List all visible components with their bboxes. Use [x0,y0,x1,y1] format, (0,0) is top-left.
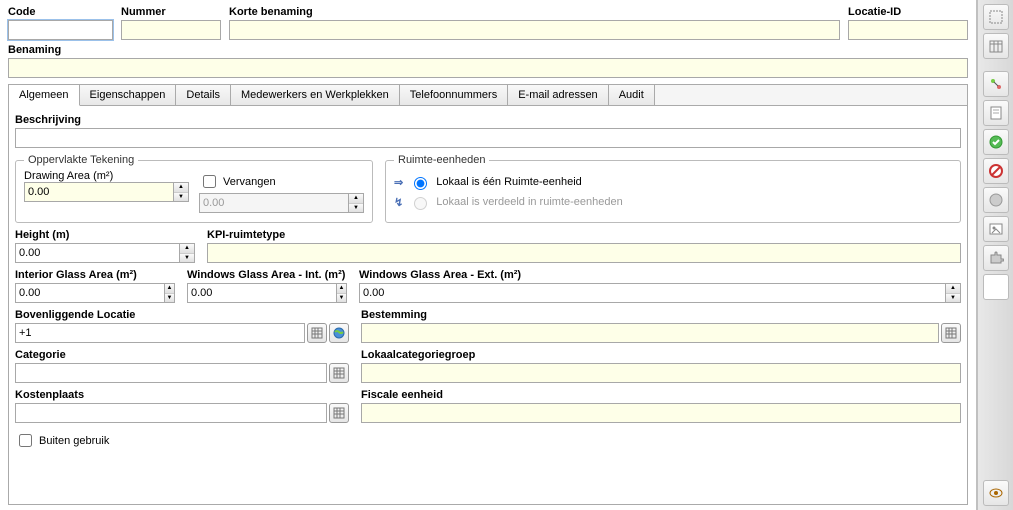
win-glass-ext-spinner[interactable]: ▲▼ [945,283,961,303]
ruimte-eenheden-legend: Ruimte-eenheden [394,154,489,166]
kostenplaats-input[interactable] [15,403,327,423]
bovenliggende-label: Bovenliggende Locatie [15,309,349,321]
bestemming-lookup-button[interactable] [941,323,961,343]
beschrijving-label: Beschrijving [15,114,961,126]
tab-audit[interactable]: Audit [609,85,655,105]
tab-content-algemeen: Beschrijving Oppervlakte Tekening Drawin… [8,105,968,505]
locatie-id-input[interactable] [848,20,968,40]
oppervlakte-fieldset: Oppervlakte Tekening Drawing Area (m²) ▲… [15,154,373,223]
categorie-lookup-button[interactable] [329,363,349,383]
bestemming-input[interactable] [361,323,939,343]
height-spinner[interactable]: ▲▼ [179,243,195,263]
tab-details[interactable]: Details [176,85,231,105]
drawing-area-label: Drawing Area (m²) [24,170,189,182]
vervangen-input [199,193,348,213]
korte-benaming-label: Korte benaming [229,6,840,18]
kostenplaats-label: Kostenplaats [15,389,349,401]
fiscale-input[interactable] [361,403,961,423]
equals-icon: ⇒ [394,176,403,189]
tool-ok-icon[interactable] [983,129,1009,155]
categorie-input[interactable] [15,363,327,383]
bovenliggende-lookup-button[interactable] [307,323,327,343]
benaming-label: Benaming [8,44,968,56]
bovenliggende-globe-button[interactable] [329,323,349,343]
vervangen-checkbox[interactable]: Vervangen [199,172,364,191]
fiscale-label: Fiscale eenheid [361,389,961,401]
kpi-input[interactable] [207,243,961,263]
tool-image-icon[interactable] [983,216,1009,242]
tab-telefoon[interactable]: Telefoonnummers [400,85,508,105]
beschrijving-input[interactable] [15,128,961,148]
height-label: Height (m) [15,229,195,241]
locatie-id-label: Locatie-ID [848,6,968,18]
tool-document-icon[interactable] [983,100,1009,126]
win-glass-int-input[interactable] [187,283,336,303]
radio-multi-unit [414,197,427,210]
tool-puzzle-icon[interactable] [983,245,1009,271]
code-input[interactable] [8,20,113,40]
radio-multi-unit-label: Lokaal is verdeeld in ruimte-eenheden [436,196,623,208]
toolbar [977,0,1013,510]
tabs: Algemeen Eigenschappen Details Medewerke… [8,84,968,105]
tab-eigenschappen[interactable]: Eigenschappen [80,85,177,105]
int-glass-label: Interior Glass Area (m²) [15,269,175,281]
benaming-input[interactable] [8,58,968,78]
lokaalcategoriegroep-label: Lokaalcategoriegroep [361,349,961,361]
win-glass-int-spinner[interactable]: ▲▼ [336,283,347,303]
ruimte-eenheden-fieldset: Ruimte-eenheden ⇒ Lokaal is één Ruimte-e… [385,154,961,223]
split-icon: ↯ [394,196,403,209]
win-glass-ext-label: Windows Glass Area - Ext. (m²) [359,269,961,281]
win-glass-ext-input[interactable] [359,283,945,303]
drawing-area-input[interactable] [24,182,173,202]
int-glass-input[interactable] [15,283,164,303]
int-glass-spinner[interactable]: ▲▼ [164,283,175,303]
tool-cancel-icon[interactable] [983,158,1009,184]
categorie-label: Categorie [15,349,349,361]
radio-one-unit-label: Lokaal is één Ruimte-eenheid [436,176,582,188]
nummer-label: Nummer [121,6,221,18]
kpi-label: KPI-ruimtetype [207,229,961,241]
height-input[interactable] [15,243,179,263]
code-label: Code [8,6,113,18]
tool-globe-icon[interactable] [983,187,1009,213]
tool-blank[interactable] [983,274,1009,300]
tab-email[interactable]: E-mail adressen [508,85,608,105]
bestemming-label: Bestemming [361,309,961,321]
tool-calendar-icon[interactable] [983,33,1009,59]
buiten-gebruik-checkbox[interactable]: Buiten gebruik [15,431,961,450]
oppervlakte-legend: Oppervlakte Tekening [24,154,138,166]
kostenplaats-lookup-button[interactable] [329,403,349,423]
bovenliggende-input[interactable] [15,323,305,343]
drawing-area-spinner[interactable]: ▲▼ [173,182,189,202]
lokaalcategoriegroep-input[interactable] [361,363,961,383]
tool-link-icon[interactable] [983,71,1009,97]
tab-algemeen[interactable]: Algemeen [9,85,80,106]
vervangen-spinner: ▲▼ [348,193,364,213]
nummer-input[interactable] [121,20,221,40]
tool-select-icon[interactable] [983,4,1009,30]
radio-one-unit[interactable] [414,177,427,190]
tool-eye-icon[interactable] [983,480,1009,506]
tab-medewerkers[interactable]: Medewerkers en Werkplekken [231,85,400,105]
win-glass-int-label: Windows Glass Area - Int. (m²) [187,269,347,281]
korte-benaming-input[interactable] [229,20,840,40]
form-area: Code Nummer Korte benaming Locatie-ID Be… [0,0,977,510]
